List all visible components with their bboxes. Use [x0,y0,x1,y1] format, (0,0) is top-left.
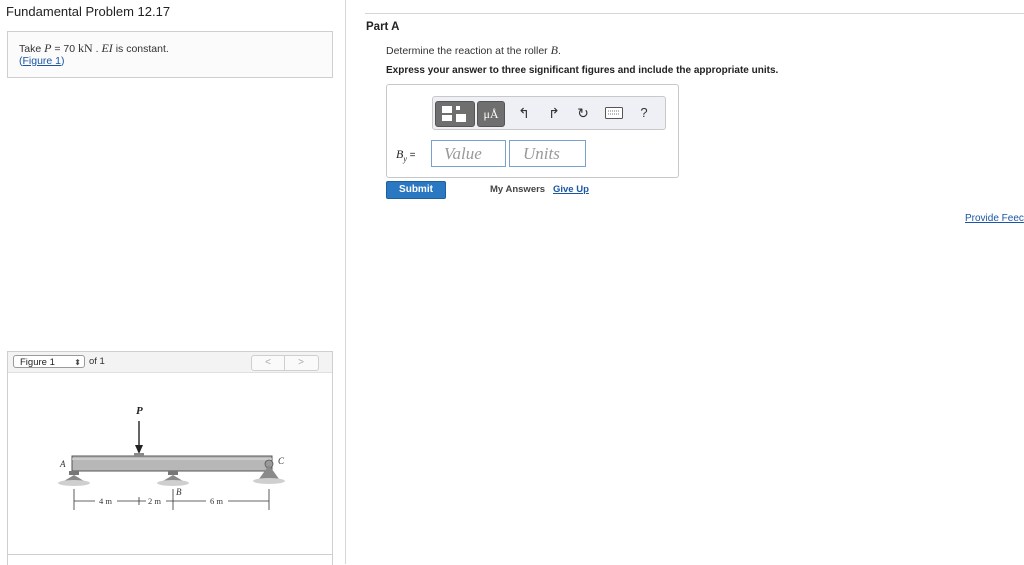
value-input[interactable]: Value [431,140,506,167]
help-icon[interactable]: ? [633,102,655,124]
select-arrows-icon: ⬍ [74,358,81,367]
problem-title: Fundamental Problem 12.17 [6,4,171,19]
instruction-text: Express your answer to three significant… [386,65,779,76]
var-ei: EI [101,41,113,55]
figure-header: Figure 1 ⬍ of 1 < > [8,352,332,373]
templates-icon [442,106,466,122]
dim-4m: 4 m [99,496,112,506]
answer-box: μÅ ↰ ↱ ↻ ? By = Value Units [386,84,679,178]
keyboard-icon[interactable] [603,102,625,124]
figure-count: of 1 [89,356,105,367]
answer-label: By = [396,147,416,164]
redo-icon[interactable]: ↱ [543,102,565,124]
problem-statement-box: Take P = 70 kN . EI is constant. (Figure… [7,31,333,78]
label-a: A [59,459,66,469]
templates-button[interactable] [435,101,475,127]
var-b: B [550,43,558,57]
submit-button[interactable]: Submit [386,181,446,199]
part-a-rule [365,13,1024,14]
figure-select[interactable]: Figure 1 ⬍ [13,355,85,368]
question-text: Determine the reaction at the roller B. [386,43,561,57]
units-input[interactable]: Units [509,140,586,167]
load-arrowhead [135,445,143,454]
problem-text: Take P = 70 kN . EI is constant. [19,41,169,55]
dim-2m: 2 m [148,496,161,506]
label-b: B [176,487,182,497]
unit-kn: kN [78,41,93,55]
figure-bottom-rule [7,554,333,555]
support-c [253,478,285,484]
figure-next-button[interactable]: > [285,356,317,370]
beam-diagram: P A B C 4 m 2 m 6 m [58,405,285,510]
provide-feedback-link[interactable]: Provide Feec [965,213,1024,224]
units-button[interactable]: μÅ [477,101,505,127]
dim-6m: 6 m [210,496,223,506]
support-a [58,480,90,486]
figure-prev-button[interactable]: < [252,356,285,370]
beam [71,455,273,472]
figure-link[interactable]: Figure 1 [23,55,62,67]
undo-icon[interactable]: ↰ [513,102,535,124]
part-a-label: Part A [366,21,400,33]
reset-icon[interactable]: ↻ [572,102,594,124]
figure-nav: < > [251,355,319,371]
figure-link-line: (Figure 1) [19,55,65,67]
math-toolbar: μÅ ↰ ↱ ↻ ? [432,96,666,130]
column-divider [345,0,346,564]
label-c: C [278,456,285,466]
my-answers-label: My Answers [490,184,546,195]
figure-panel: Figure 1 ⬍ of 1 < > P A B C 4 m 2 m 6 m [7,351,333,565]
label-p: P [136,405,143,417]
support-b [157,480,189,486]
give-up-link[interactable]: Give Up [553,184,589,195]
